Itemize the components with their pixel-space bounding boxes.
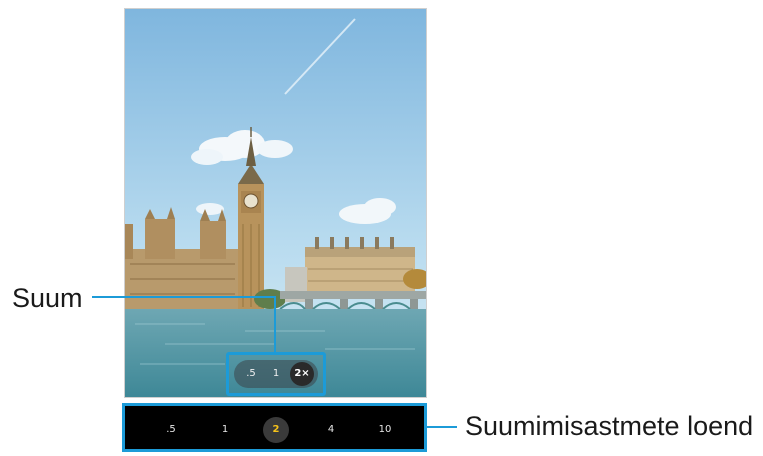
zoom-level-2[interactable]: 2 [263,417,289,443]
zoom-level-list: .5 1 2 4 10 [122,403,427,452]
zoom-option-2x[interactable]: 2× [290,362,314,386]
zoom-callout-connector [274,296,276,353]
zoom-callout-label: Suum [12,283,83,313]
zoom-callout-line [92,296,276,298]
level-list-callout-label: Suumimisastmete loend [465,411,754,441]
camera-preview-image [125,9,426,397]
zoom-level-1[interactable]: 1 [212,417,238,443]
zoom-control[interactable]: .5 1 2× [234,360,318,388]
zoom-option-0-5[interactable]: .5 [241,364,261,384]
zoom-level-10[interactable]: 10 [372,417,398,443]
zoom-option-1[interactable]: 1 [266,364,286,384]
level-list-callout-line [427,426,457,428]
zoom-level-4[interactable]: 4 [318,417,344,443]
zoom-level-0-5[interactable]: .5 [158,417,184,443]
